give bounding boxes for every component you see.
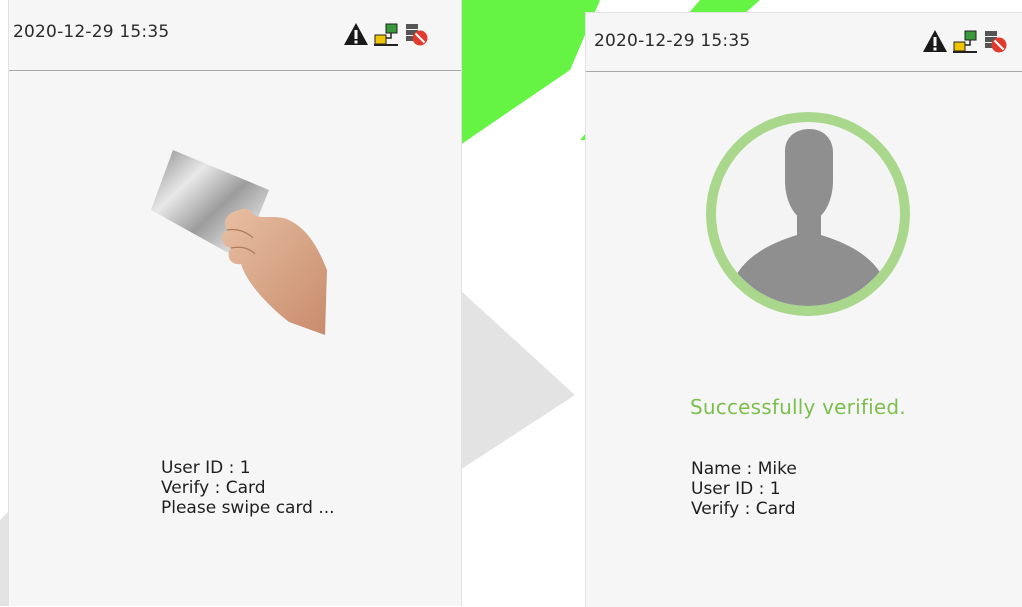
status-bar: 2020-12-29 15:35 [586, 13, 1022, 72]
user-id-text: User ID : 1 [691, 479, 781, 499]
datetime: 2020-12-29 15:35 [13, 22, 170, 42]
server-alert-icon [403, 21, 429, 47]
card-swipe-screen: 2020-12-29 15:35 User ID: 1 Verify: Ca… [8, 0, 462, 606]
user-id-text: User ID : 1 [161, 458, 251, 478]
success-message: Successfully verified. [690, 395, 906, 419]
watermark-green-stripe [440, 0, 600, 145]
user-name-text: Name : Mike [691, 459, 797, 479]
watermark-gray-arrow [460, 290, 575, 470]
verification-success-screen: 2020-12-29 15:35 Successfully verified. … [585, 12, 1022, 607]
verify-method-text: Verify : Card [161, 478, 266, 498]
user-avatar [706, 112, 910, 316]
hand-holding-card-illustration [151, 150, 327, 335]
status-icons [922, 27, 1008, 55]
status-icons [343, 20, 429, 48]
datetime: 2020-12-29 15:35 [594, 31, 751, 51]
network-icon [952, 28, 978, 54]
verify-method-text: Verify : Card [691, 499, 796, 519]
server-alert-icon [982, 28, 1008, 54]
warning-icon [922, 28, 948, 54]
swipe-prompt-text: Please swipe card ... [161, 498, 335, 518]
status-bar: 2020-12-29 15:35 [9, 0, 461, 71]
warning-icon [343, 21, 369, 47]
network-icon [373, 21, 399, 47]
